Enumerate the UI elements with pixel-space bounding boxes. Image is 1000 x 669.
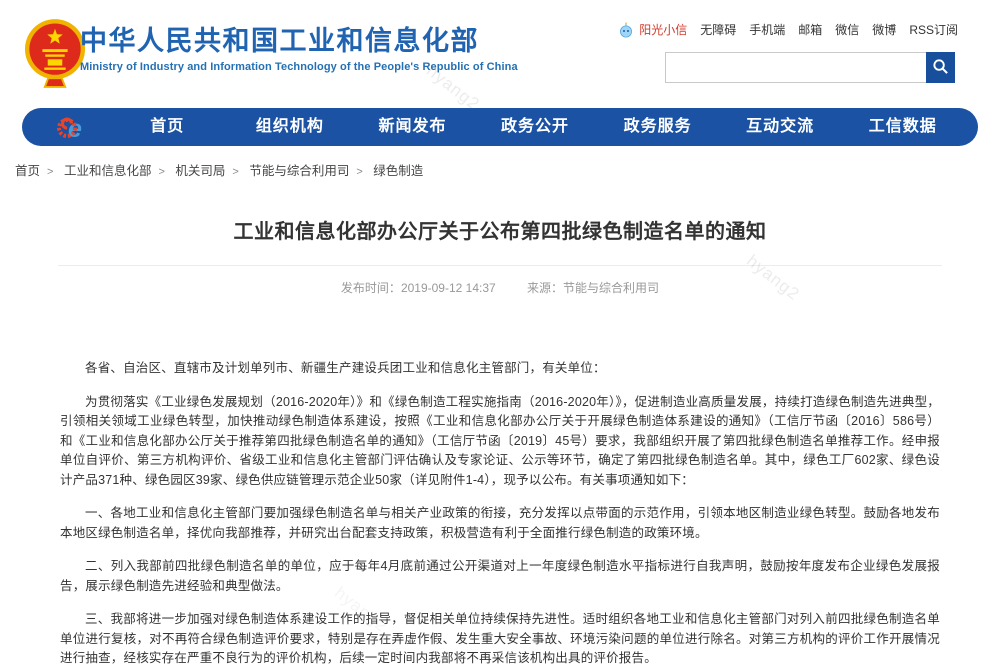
national-emblem-icon bbox=[24, 17, 86, 89]
site-header: 中华人民共和国工业和信息化部 Ministry of Industry and … bbox=[0, 0, 1000, 100]
site-subtitle: Ministry of Industry and Information Tec… bbox=[80, 61, 518, 73]
nav-item[interactable]: 首页 bbox=[106, 108, 229, 146]
breadcrumb-item[interactable]: 绿色制造 bbox=[373, 164, 423, 178]
article-paragraph: 各省、自治区、直辖市及计划单列市、新疆生产建设兵团工业和信息化主管部门，有关单位… bbox=[60, 359, 940, 379]
watermark: hyang2 bbox=[742, 251, 803, 305]
search-bar bbox=[665, 52, 955, 83]
article-title: 工业和信息化部办公厅关于公布第四批绿色制造名单的通知 bbox=[60, 215, 940, 244]
quick-link[interactable]: 阳光小信 bbox=[639, 21, 687, 38]
quick-link[interactable]: 邮箱 bbox=[798, 21, 822, 38]
main-navigation: e 首页 组织机构 新闻发布 政务公开 政务服务 互动交流 工信数据 bbox=[22, 108, 978, 146]
quick-link[interactable]: 微博 bbox=[872, 21, 896, 38]
site-brand: 中华人民共和国工业和信息化部 Ministry of Industry and … bbox=[80, 25, 518, 73]
nav-item[interactable]: 新闻发布 bbox=[351, 108, 474, 146]
nav-item[interactable]: 互动交流 bbox=[719, 108, 842, 146]
search-input[interactable] bbox=[665, 52, 926, 83]
nav-item[interactable]: 政务服务 bbox=[596, 108, 719, 146]
miit-logo-icon[interactable]: e bbox=[56, 113, 88, 141]
article-paragraph: 为贯彻落实《工业绿色发展规划（2016-2020年）》和《绿色制造工程实施指南（… bbox=[60, 393, 940, 491]
nav-item[interactable]: 工信数据 bbox=[841, 108, 964, 146]
quick-link[interactable]: 手机端 bbox=[749, 21, 785, 38]
nav-item[interactable]: 组织机构 bbox=[229, 108, 352, 146]
article-source: 来源：节能与综合利用司 bbox=[527, 281, 659, 295]
article-body: 各省、自治区、直辖市及计划单列市、新疆生产建设兵团工业和信息化主管部门，有关单位… bbox=[60, 359, 940, 669]
breadcrumb-item[interactable]: 节能与综合利用司 bbox=[249, 164, 369, 178]
quick-link[interactable]: RSS订阅 bbox=[909, 21, 958, 38]
search-button[interactable] bbox=[926, 52, 955, 83]
breadcrumb-item[interactable]: 机关司局 bbox=[175, 164, 245, 178]
title-divider bbox=[58, 265, 942, 266]
sunshine-assistant-icon bbox=[618, 22, 634, 38]
article-paragraph: 一、各地工业和信息化主管部门要加强绿色制造名单与相关产业政策的衔接，充分发挥以点… bbox=[60, 504, 940, 543]
breadcrumb: 首页 工业和信息化部 机关司局 节能与综合利用司 绿色制造 bbox=[15, 160, 1000, 179]
quick-links: 阳光小信 无障碍 手机端 邮箱 微信 微博 RSS订阅 bbox=[618, 21, 958, 38]
breadcrumb-item[interactable]: 首页 bbox=[15, 164, 60, 178]
quick-link[interactable]: 微信 bbox=[835, 21, 859, 38]
breadcrumb-item[interactable]: 工业和信息化部 bbox=[64, 164, 172, 178]
site-title: 中华人民共和国工业和信息化部 bbox=[80, 25, 518, 57]
article-paragraph: 二、列入我部前四批绿色制造名单的单位，应于每年4月底前通过公开渠道对上一年度绿色… bbox=[60, 557, 940, 596]
nav-item[interactable]: 政务公开 bbox=[474, 108, 597, 146]
article-paragraph: 三、我部将进一步加强对绿色制造体系建设工作的指导，督促相关单位持续保持先进性。适… bbox=[60, 610, 940, 669]
nav-list: 首页 组织机构 新闻发布 政务公开 政务服务 互动交流 工信数据 bbox=[88, 108, 978, 146]
quick-links-list: 阳光小信 无障碍 手机端 邮箱 微信 微博 RSS订阅 bbox=[639, 21, 958, 38]
quick-link[interactable]: 无障碍 bbox=[700, 21, 736, 38]
publish-time: 发布时间：2019-09-12 14:37 bbox=[341, 281, 496, 295]
search-icon bbox=[932, 58, 949, 78]
article-meta: 发布时间：2019-09-12 14:37 来源：节能与综合利用司 bbox=[0, 279, 1000, 296]
